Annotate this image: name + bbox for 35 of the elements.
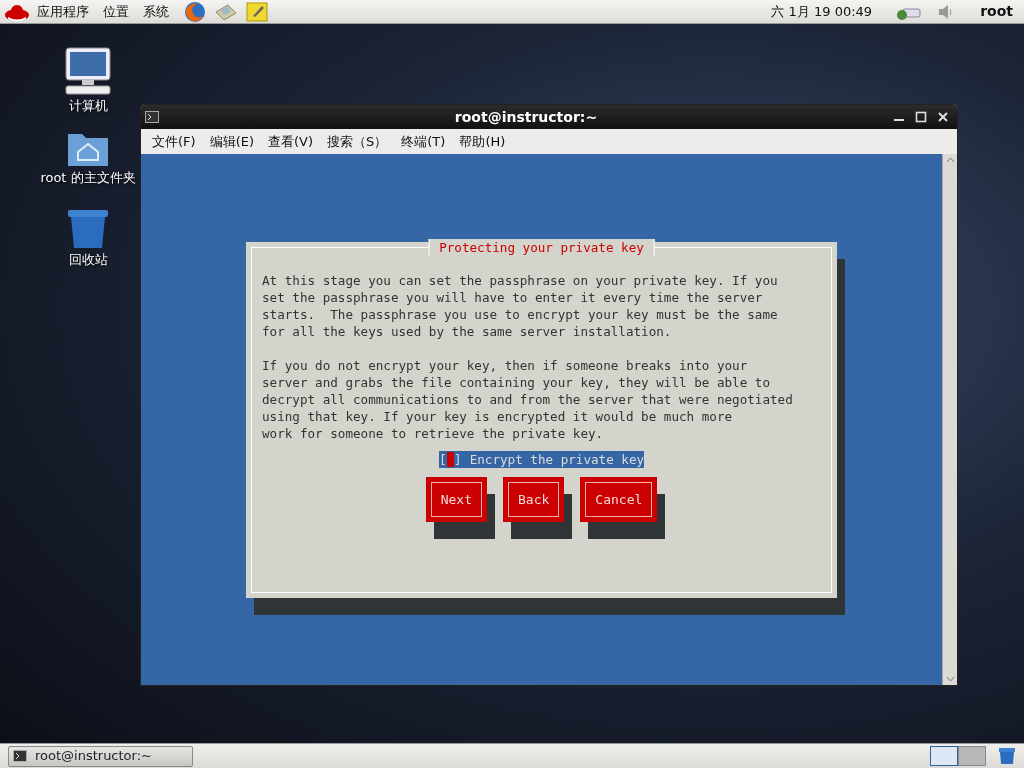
computer-icon[interactable] — [64, 46, 112, 96]
dialog-title: Protecting your private key — [428, 238, 655, 256]
dialog-paragraph: If you do not encrypt your key, then if someone breaks into your server and grabs the file containing your key, they will be able to decrypt all communications to and from the server that were negotiated using that key. If your key is encrypted it would be much more work for someone to retrieve the private key. — [262, 356, 794, 442]
menu-item[interactable]: 编辑(E) — [202, 131, 261, 152]
speaker-icon[interactable] — [937, 3, 954, 20]
notepad-icon[interactable] — [246, 1, 268, 22]
dialog-paragraph: At this stage you can set the passphrase on your private key. If you set the passphrase you will have to enter it every time the server starts. The passphrase you use to encrypt your key must be the same for all the keys used by the same server installation. — [262, 271, 779, 340]
menu-item[interactable]: 文件(F) — [145, 131, 203, 152]
close-icon[interactable] — [937, 111, 949, 123]
clock[interactable]: 六 1月 19 00:49 — [764, 1, 880, 22]
menu-item[interactable]: 查看(V) — [261, 131, 321, 152]
trash-icon[interactable] — [998, 747, 1016, 765]
desktop-icon-label[interactable]: root 的主文件夹 — [40, 168, 136, 188]
workspace-switcher[interactable] — [958, 746, 986, 766]
maximize-icon[interactable] — [915, 111, 927, 123]
desktop-icon-label[interactable]: 计算机 — [68, 96, 108, 116]
panel-menu[interactable]: 位置 — [96, 1, 136, 22]
terminal-icon — [145, 111, 159, 123]
workspace-switcher[interactable] — [930, 746, 958, 766]
trash-icon[interactable] — [66, 208, 110, 250]
taskbar-button[interactable]: root@instructor:~ — [8, 745, 193, 767]
scrollbar[interactable] — [942, 154, 957, 685]
menu-item[interactable]: 终端(T) — [394, 131, 453, 152]
user-name[interactable]: root — [973, 1, 1020, 22]
panel-menu[interactable]: 系统 — [136, 1, 176, 22]
checkbox-option[interactable]: [ ] Encrypt the private key — [438, 450, 645, 468]
checkbox-label[interactable]: Encrypt the private key — [469, 450, 645, 468]
checkbox[interactable]: [ ] — [438, 450, 462, 468]
menu-item[interactable]: 帮助(H) — [452, 131, 513, 152]
terminal-icon — [13, 750, 27, 762]
panel-menu[interactable]: 应用程序 — [30, 1, 96, 22]
window-title: root@instructor:~ — [453, 107, 599, 127]
desktop-icon-label[interactable]: 回收站 — [68, 250, 108, 270]
menu-item[interactable]: 搜索（S） — [320, 131, 395, 152]
globe-browser-icon[interactable] — [184, 0, 206, 23]
